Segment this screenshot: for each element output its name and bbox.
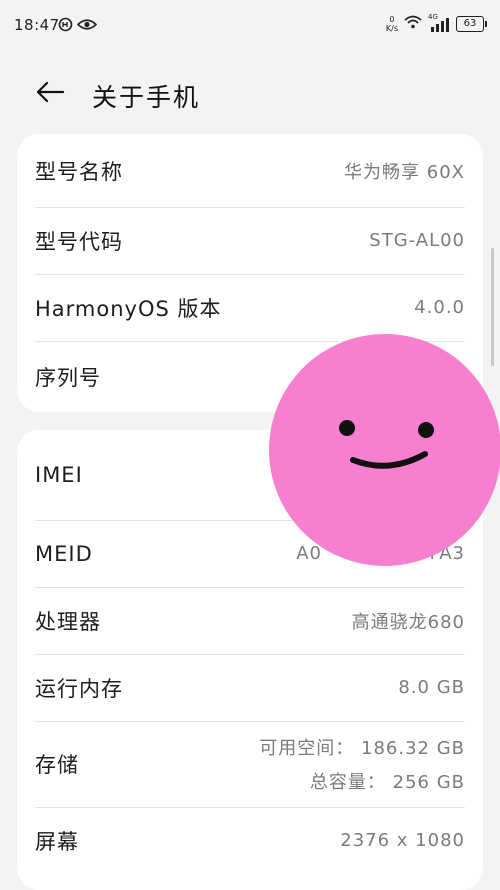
storage-label: 存储 [35, 753, 79, 777]
battery-indicator: 63 [456, 15, 487, 32]
status-left-icons [58, 17, 98, 36]
model-code-label: 型号代码 [35, 229, 123, 254]
page-header: 关于手机 [0, 66, 500, 122]
meid-label: MEID [35, 541, 93, 566]
processor-value: 高通骁龙680 [351, 611, 465, 633]
model-code-value: STG-AL00 [369, 230, 465, 251]
status-bar: 18:47 0 K/s 4G 63 [0, 0, 500, 56]
ram-row[interactable]: 运行内存 8.0 GB [17, 654, 483, 721]
network-speed-unit: K/s [385, 23, 398, 33]
smiley-face-sticker [269, 334, 500, 566]
imei-label: IMEI [35, 463, 83, 487]
serial-number-label: 序列号 [35, 365, 101, 390]
storage-available: 可用空间： 186.32 GB [259, 738, 465, 759]
storage-values: 可用空间： 186.32 GB 总容量： 256 GB [259, 734, 465, 794]
storage-total: 总容量： 256 GB [309, 772, 465, 793]
wifi-icon [404, 14, 422, 33]
ram-label: 运行内存 [35, 676, 123, 701]
back-button[interactable] [30, 76, 70, 112]
screen-value: 2376 x 1080 [340, 830, 465, 851]
network-speed-value: 0 [389, 14, 395, 24]
screen-label: 屏幕 [35, 829, 79, 854]
os-version-value: 4.0.0 [414, 297, 465, 318]
back-arrow-icon [35, 80, 65, 108]
model-name-label: 型号名称 [35, 159, 123, 184]
page-title: 关于手机 [92, 83, 201, 112]
cellular-signal-icon: 4G [428, 13, 450, 32]
ram-value: 8.0 GB [398, 677, 465, 698]
status-time: 18:47 [14, 16, 60, 34]
model-name-value: 华为畅享 60X [344, 161, 465, 183]
notification-app-icon [58, 17, 73, 36]
model-name-row[interactable]: 型号名称 华为畅享 60X [17, 134, 483, 207]
eye-icon [76, 17, 98, 36]
processor-label: 处理器 [35, 609, 101, 634]
os-version-row[interactable]: HarmonyOS 版本 4.0.0 [17, 274, 483, 341]
storage-row[interactable]: 存储 可用空间： 186.32 GB 总容量： 256 GB [17, 721, 483, 807]
screen-row[interactable]: 屏幕 2376 x 1080 [17, 807, 483, 874]
status-right: 0 K/s 4G 63 [386, 13, 487, 33]
network-speed: 0 K/s [386, 15, 398, 33]
model-code-row[interactable]: 型号代码 STG-AL00 [17, 207, 483, 274]
processor-row[interactable]: 处理器 高通骁龙680 [17, 587, 483, 654]
os-version-label: HarmonyOS 版本 [35, 296, 222, 321]
